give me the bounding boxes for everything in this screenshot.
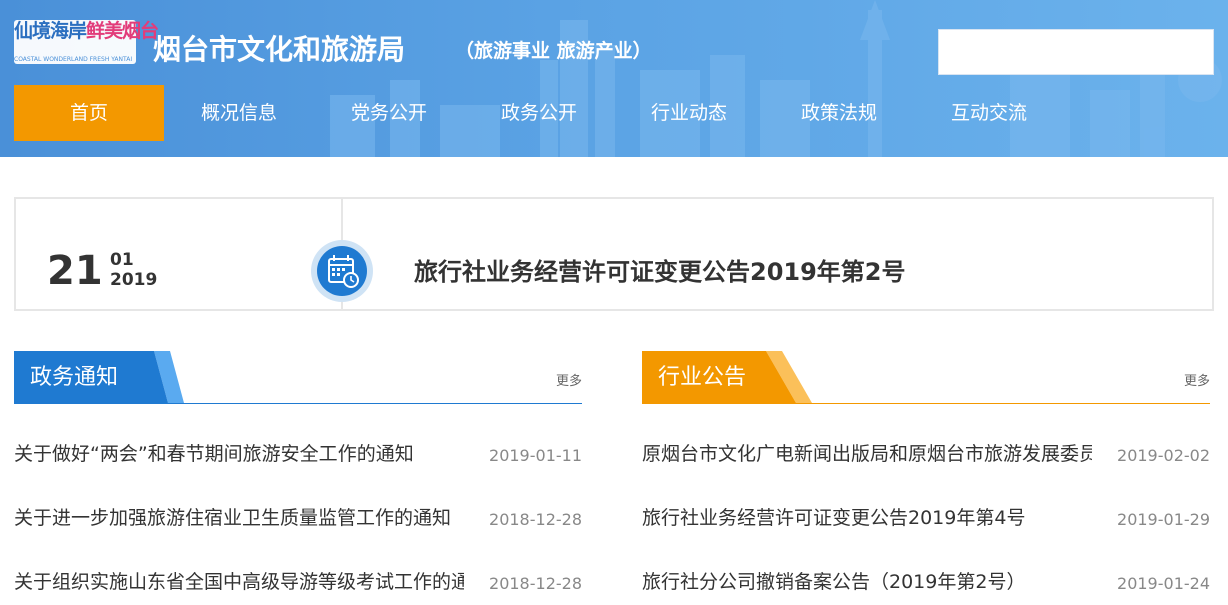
news-title-link[interactable]: 原烟台市文化广电新闻出版局和原烟台市旅游发展委员会 (642, 442, 1092, 466)
news-date: 2018-12-28 (489, 510, 582, 529)
news-date: 2019-01-11 (489, 446, 582, 465)
panel-header: 政务通知 更多 (14, 351, 582, 404)
news-title-link[interactable]: 关于组织实施山东省全国中高级导游等级考试工作的通知 (14, 570, 464, 594)
site-subtitle: （旅游事业 旅游产业） (455, 40, 652, 62)
headline-link[interactable]: 旅行社业务经营许可证变更公告2019年第2号 (414, 259, 906, 285)
list-item: 关于组织实施山东省全国中高级导游等级考试工作的通知 2018-12-28 (14, 532, 582, 596)
site-header: 仙境海岸鲜美烟台 COASTAL WONDERLAND FRESH YANTAI… (0, 0, 1228, 157)
logo-text: 仙境海岸鲜美烟台 (14, 20, 159, 42)
logo-subtext: COASTAL WONDERLAND FRESH YANTAI (14, 56, 133, 63)
nav-item-home[interactable]: 首页 (14, 85, 164, 141)
panel-title: 政务通知 (30, 365, 119, 390)
news-title-link[interactable]: 旅行社业务经营许可证变更公告2019年第4号 (642, 506, 1092, 530)
news-date: 2018-12-28 (489, 574, 582, 593)
government-notice-panel: 政务通知 更多 关于做好“两会”和春节期间旅游安全工作的通知 2019-01-1… (14, 351, 582, 596)
headline-banner: 21 01 2019 旅行社业务经营许可证变更公告2019年第2号 (14, 197, 1214, 311)
site-logo[interactable]: 仙境海岸鲜美烟台 COASTAL WONDERLAND FRESH YANTAI (14, 20, 159, 66)
news-date: 2019-01-29 (1117, 510, 1210, 529)
list-item: 旅行社分公司撤销备案公告（2019年第2号） 2019-01-24 (642, 532, 1210, 596)
list-item: 关于进一步加强旅游住宿业卫生质量监管工作的通知 2018-12-28 (14, 468, 582, 532)
industry-announcement-panel: 行业公告 更多 原烟台市文化广电新闻出版局和原烟台市旅游发展委员会 2019-0… (642, 351, 1210, 596)
panel-title: 行业公告 (658, 365, 747, 390)
more-link[interactable]: 更多 (1184, 370, 1210, 389)
logo-text-part-a: 仙境海岸 (14, 20, 87, 42)
headline-month: 01 (110, 250, 134, 270)
more-link[interactable]: 更多 (556, 370, 582, 389)
nav-item-interaction[interactable]: 互动交流 (914, 85, 1064, 141)
list-item: 旅行社业务经营许可证变更公告2019年第4号 2019-01-29 (642, 468, 1210, 532)
calendar-icon (311, 240, 373, 302)
nav-item-party-affairs[interactable]: 党务公开 (314, 85, 464, 141)
search-input[interactable] (938, 29, 1214, 75)
main-nav: 首页 概况信息 党务公开 政务公开 行业动态 政策法规 互动交流 (14, 85, 1064, 141)
news-list: 原烟台市文化广电新闻出版局和原烟台市旅游发展委员会 2019-02-02 旅行社… (642, 404, 1210, 596)
news-list: 关于做好“两会”和春节期间旅游安全工作的通知 2019-01-11 关于进一步加… (14, 404, 582, 596)
list-item: 原烟台市文化广电新闻出版局和原烟台市旅游发展委员会 2019-02-02 (642, 404, 1210, 468)
headline-day: 21 (47, 248, 103, 294)
news-title-link[interactable]: 关于做好“两会”和春节期间旅游安全工作的通知 (14, 442, 464, 466)
panel-header: 行业公告 更多 (642, 351, 1210, 404)
news-title-link[interactable]: 关于进一步加强旅游住宿业卫生质量监管工作的通知 (14, 506, 464, 530)
site-title: 烟台市文化和旅游局 (153, 33, 406, 66)
news-date: 2019-01-24 (1117, 574, 1210, 593)
nav-item-government-affairs[interactable]: 政务公开 (464, 85, 614, 141)
list-item: 关于做好“两会”和春节期间旅游安全工作的通知 2019-01-11 (14, 404, 582, 468)
logo-text-part-b: 鲜美烟台 (86, 20, 159, 42)
headline-year: 2019 (110, 270, 158, 290)
nav-item-overview[interactable]: 概况信息 (164, 85, 314, 141)
nav-item-industry-news[interactable]: 行业动态 (614, 85, 764, 141)
news-date: 2019-02-02 (1117, 446, 1210, 465)
nav-item-policies[interactable]: 政策法规 (764, 85, 914, 141)
news-title-link[interactable]: 旅行社分公司撤销备案公告（2019年第2号） (642, 570, 1092, 594)
